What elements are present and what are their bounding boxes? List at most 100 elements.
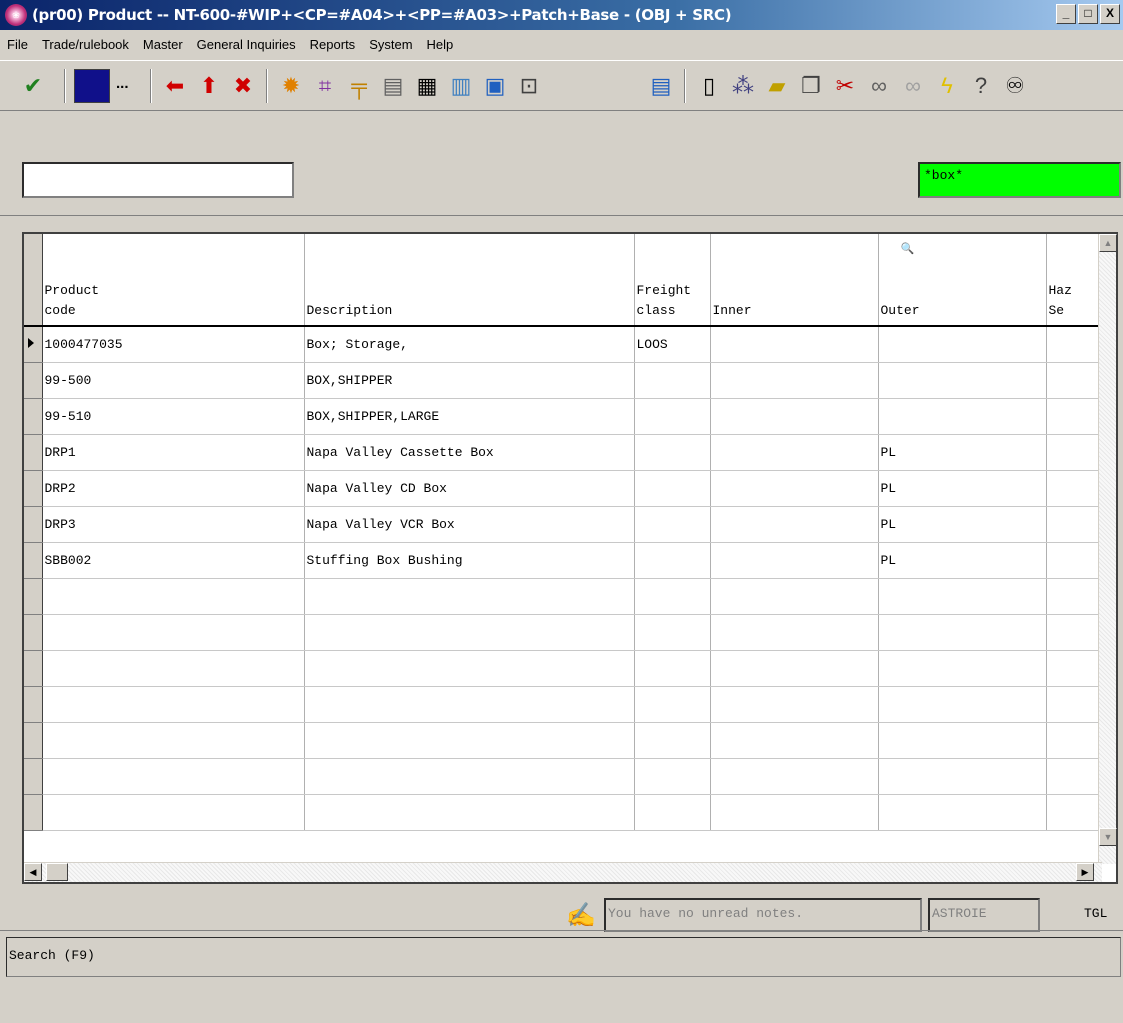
horizontal-scrollbar[interactable]: ◀ ▶ [24, 862, 1102, 882]
menu-general-inquiries[interactable]: General Inquiries [190, 37, 303, 52]
table-cell[interactable] [634, 650, 711, 687]
table-cell[interactable] [634, 506, 711, 543]
table-cell[interactable] [42, 722, 305, 759]
table-cell[interactable] [304, 686, 635, 723]
minimize-button[interactable]: _ [1056, 4, 1076, 24]
scroll-down-button[interactable]: ▼ [1099, 828, 1117, 846]
document-icon[interactable]: ▤ [378, 71, 408, 101]
new-doc-icon[interactable]: ▯ [694, 71, 724, 101]
table-cell[interactable] [304, 758, 635, 795]
close-button[interactable]: X [1100, 4, 1120, 24]
table-cell[interactable]: Napa Valley VCR Box [304, 506, 635, 543]
table-cell[interactable]: BOX,SHIPPER,LARGE [304, 398, 635, 435]
table-cell[interactable] [878, 578, 1047, 615]
table-cell[interactable] [1046, 398, 1101, 435]
notes-icon[interactable]: ✍ [566, 901, 596, 931]
table-cell[interactable] [710, 722, 879, 759]
row-selector[interactable] [24, 505, 43, 543]
row-selector[interactable] [24, 685, 43, 723]
table-cell[interactable] [1046, 722, 1101, 759]
more-button[interactable]: ... [116, 75, 129, 92]
table-cell[interactable] [710, 614, 879, 651]
table-cell[interactable] [878, 398, 1047, 435]
table-cell[interactable] [304, 614, 635, 651]
table-row[interactable]: DRP2 Napa Valley CD Box PL [24, 469, 1101, 507]
table-cell[interactable] [1046, 794, 1101, 831]
table-row[interactable]: 1000477035 Box; Storage, LOOS [24, 325, 1101, 363]
red-arrow-up-icon[interactable]: ⬆ [194, 71, 224, 101]
menu-master[interactable]: Master [136, 37, 190, 52]
table-cell[interactable] [42, 614, 305, 651]
table-cell[interactable] [1046, 506, 1101, 543]
table-cell[interactable]: Napa Valley Cassette Box [304, 434, 635, 471]
table-row[interactable] [24, 649, 1101, 687]
red-arrow-left-icon[interactable]: ⬅ [160, 71, 190, 101]
lightning-icon[interactable]: ϟ [932, 71, 962, 101]
row-selector[interactable] [24, 325, 43, 363]
copy-icon[interactable]: ❐ [796, 71, 826, 101]
table-cell[interactable] [710, 506, 879, 543]
row-selector[interactable] [24, 541, 43, 579]
chart-icon[interactable]: ▥ [446, 71, 476, 101]
column-header-haz-se[interactable]: Haz Se [1046, 234, 1101, 327]
table-cell[interactable]: PL [878, 434, 1047, 471]
table-row[interactable] [24, 613, 1101, 651]
row-selector[interactable] [24, 469, 43, 507]
table-cell[interactable] [878, 650, 1047, 687]
table-cell[interactable]: 1000477035 [42, 326, 305, 363]
report-icon[interactable]: ▤ [646, 71, 676, 101]
row-selector[interactable] [24, 577, 43, 615]
binoculars-icon[interactable]: ♾ [1000, 71, 1030, 101]
table-cell[interactable] [878, 362, 1047, 399]
table-cell[interactable] [1046, 326, 1101, 363]
column-header-inner[interactable]: Inner [710, 234, 879, 327]
filter-field[interactable]: *box* [918, 162, 1121, 198]
table-cell[interactable] [710, 578, 879, 615]
table-cell[interactable] [304, 794, 635, 831]
table-cell[interactable] [1046, 686, 1101, 723]
table-row[interactable] [24, 757, 1101, 795]
table-cell[interactable] [1046, 470, 1101, 507]
table-cell[interactable] [634, 794, 711, 831]
table-cell[interactable] [710, 758, 879, 795]
row-selector[interactable] [24, 757, 43, 795]
tree-icon[interactable]: ⁂ [728, 71, 758, 101]
table-cell[interactable]: DRP2 [42, 470, 305, 507]
table-cell[interactable] [878, 722, 1047, 759]
row-selector[interactable] [24, 793, 43, 831]
ruler-icon[interactable]: ╤ [344, 71, 374, 101]
table-row[interactable]: SBB002 Stuffing Box Bushing PL [24, 541, 1101, 579]
table-cell[interactable]: BOX,SHIPPER [304, 362, 635, 399]
table-cell[interactable] [710, 326, 879, 363]
table-cell[interactable] [710, 794, 879, 831]
row-selector[interactable] [24, 433, 43, 471]
row-selector[interactable] [24, 397, 43, 435]
table-cell[interactable] [1046, 758, 1101, 795]
table-cell[interactable] [634, 686, 711, 723]
table-cell[interactable] [634, 758, 711, 795]
table-cell[interactable] [42, 650, 305, 687]
table-cell[interactable] [1046, 578, 1101, 615]
scroll-left-button[interactable]: ◀ [24, 863, 42, 881]
ok-check-icon[interactable]: ✔ [18, 71, 48, 101]
table-cell[interactable] [304, 722, 635, 759]
table-cell[interactable] [304, 650, 635, 687]
table-cell[interactable]: DRP3 [42, 506, 305, 543]
table-cell[interactable] [878, 686, 1047, 723]
table-cell[interactable] [878, 326, 1047, 363]
table-cell[interactable] [710, 398, 879, 435]
table-row[interactable]: 99-500 BOX,SHIPPER [24, 361, 1101, 399]
table-cell[interactable]: LOOS [634, 326, 711, 363]
table-cell[interactable] [42, 758, 305, 795]
table-cell[interactable]: PL [878, 542, 1047, 579]
table-row[interactable]: 99-510 BOX,SHIPPER,LARGE [24, 397, 1101, 435]
table-cell[interactable]: PL [878, 470, 1047, 507]
menu-reports[interactable]: Reports [303, 37, 363, 52]
table-cell[interactable] [634, 578, 711, 615]
table-edit-icon[interactable]: ▦ [412, 71, 442, 101]
table-cell[interactable] [634, 398, 711, 435]
table-cell[interactable]: DRP1 [42, 434, 305, 471]
table-row[interactable]: DRP3 Napa Valley VCR Box PL [24, 505, 1101, 543]
table-row[interactable] [24, 685, 1101, 723]
help-icon[interactable]: ? [966, 71, 996, 101]
